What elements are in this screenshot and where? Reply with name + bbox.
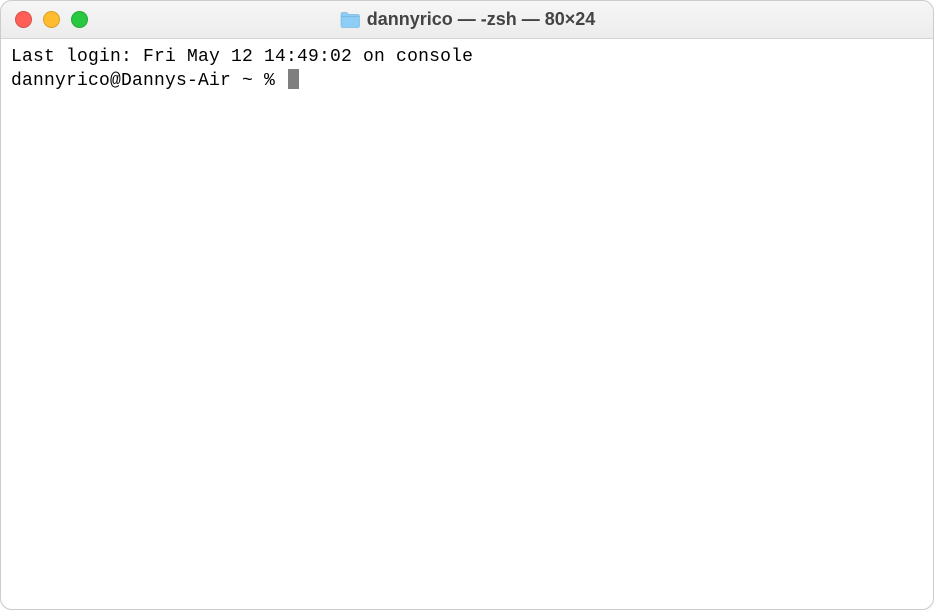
folder-icon (339, 11, 361, 29)
window-title: dannyrico — -zsh — 80×24 (367, 9, 596, 30)
cursor (288, 69, 299, 89)
window-title-container: dannyrico — -zsh — 80×24 (1, 9, 933, 30)
last-login-text: Last login: Fri May 12 14:49:02 on conso… (11, 47, 473, 67)
close-button[interactable] (15, 11, 32, 28)
titlebar: dannyrico — -zsh — 80×24 (1, 1, 933, 39)
maximize-button[interactable] (71, 11, 88, 28)
traffic-lights (15, 11, 88, 28)
terminal-window: dannyrico — -zsh — 80×24 Last login: Fri… (0, 0, 934, 610)
terminal-content[interactable]: Last login: Fri May 12 14:49:02 on conso… (1, 39, 933, 609)
minimize-button[interactable] (43, 11, 60, 28)
shell-prompt: dannyrico@Dannys-Air ~ % (11, 71, 286, 91)
